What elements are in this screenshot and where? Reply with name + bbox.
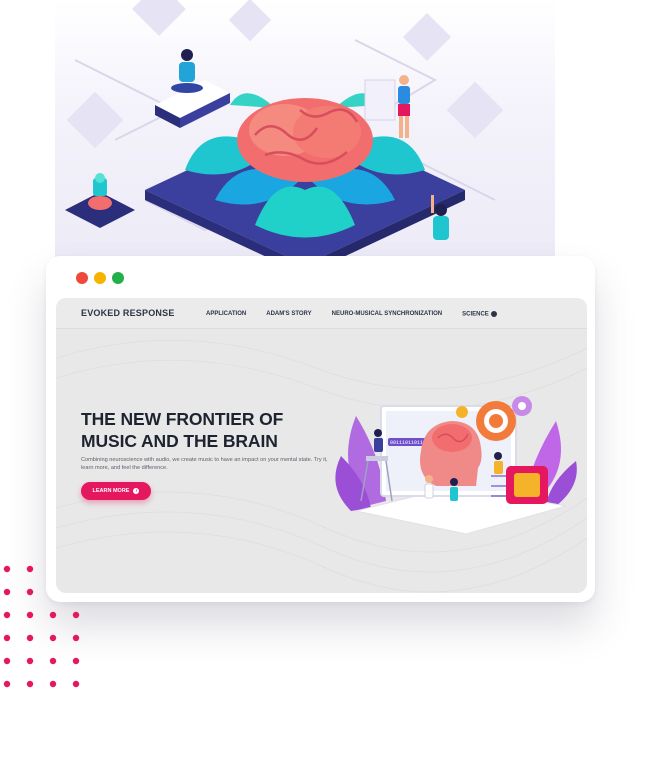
browser-window: EVOKED RESPONSE APPLICATION ADAM'S STORY…: [46, 256, 595, 602]
nav-item-neuro-musical-synchronization[interactable]: NEURO-MUSICAL SYNCHRONIZATION: [332, 311, 442, 318]
window-controls: [76, 272, 124, 284]
nav-item-adams-story[interactable]: ADAM'S STORY: [266, 311, 311, 318]
nav-menu: APPLICATION ADAM'S STORY NEURO-MUSICAL S…: [206, 311, 497, 318]
nav-item-science[interactable]: SCIENCE ›: [462, 311, 497, 318]
maximize-dot-icon[interactable]: [112, 272, 124, 284]
brand-logo[interactable]: EVOKED RESPONSE: [81, 308, 175, 318]
headline-line-2: MUSIC AND THE BRAIN: [81, 431, 278, 451]
nav-item-science-label: SCIENCE: [462, 311, 489, 318]
learn-more-button[interactable]: LEARN MORE ›: [81, 482, 151, 500]
hero-headline: THE NEW FRONTIER OF MUSIC AND THE BRAIN: [81, 408, 331, 452]
hero-subtext: Combining neuroscience with audio, we cr…: [81, 457, 328, 471]
learn-more-label: LEARN MORE: [92, 488, 130, 494]
headline-line-1: THE NEW FRONTIER OF: [81, 409, 284, 429]
brain-lotus-illustration: [55, 0, 555, 270]
close-dot-icon[interactable]: [76, 272, 88, 284]
brain-science-illustration: 00111011011111: [335, 396, 577, 535]
circle-arrow-icon: ›: [133, 488, 140, 494]
nav-item-application[interactable]: APPLICATION: [206, 311, 246, 318]
site-navbar: EVOKED RESPONSE APPLICATION ADAM'S STORY…: [56, 298, 587, 329]
pink-dot-grid: [3, 565, 80, 688]
website-viewport: EVOKED RESPONSE APPLICATION ADAM'S STORY…: [56, 298, 587, 593]
minimize-dot-icon[interactable]: [94, 272, 106, 284]
circle-arrow-icon: ›: [490, 311, 497, 317]
